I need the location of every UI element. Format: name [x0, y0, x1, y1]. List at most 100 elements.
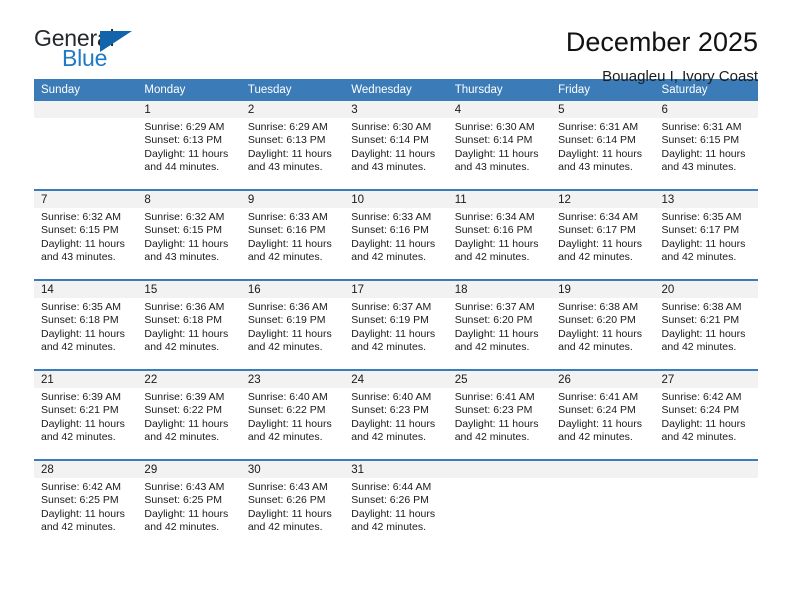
calendar-day-cell[interactable]: Sunrise: 6:29 AM Sunset: 6:13 PM Daylight:… — [137, 118, 241, 190]
calendar-day-number[interactable]: 7 — [34, 189, 138, 208]
day-sunrise-text: Sunrise: 6:31 AM — [558, 121, 639, 133]
calendar-day-number[interactable]: 1 — [137, 101, 241, 118]
calendar-day-cell[interactable]: Sunrise: 6:40 AM Sunset: 6:23 PM Daylight:… — [344, 388, 448, 460]
calendar-day-number[interactable]: 22 — [137, 369, 241, 388]
calendar-day-cell[interactable]: Sunrise: 6:43 AM Sunset: 6:26 PM Daylight:… — [240, 478, 345, 550]
calendar-day-cell[interactable]: Sunrise: 6:29 AM Sunset: 6:13 PM Daylight:… — [240, 118, 345, 190]
calendar-day-cell[interactable]: Sunrise: 6:36 AM Sunset: 6:19 PM Daylight:… — [240, 298, 345, 370]
calendar-day-cell[interactable]: Sunrise: 6:41 AM Sunset: 6:23 PM Daylight:… — [447, 388, 552, 460]
calendar-day-cell[interactable]: Sunrise: 6:34 AM Sunset: 6:17 PM Daylight:… — [551, 208, 655, 280]
calendar-day-cell[interactable]: Sunrise: 6:31 AM Sunset: 6:14 PM Daylight:… — [551, 118, 655, 190]
day-daylight-1-text: Daylight: 11 hours — [661, 147, 746, 160]
calendar-day-cell[interactable]: Sunrise: 6:32 AM Sunset: 6:15 PM Daylight:… — [137, 208, 241, 280]
calendar-day-number[interactable]: 2 — [240, 101, 345, 118]
day-daylight-1-text: Daylight: 11 hours — [144, 237, 229, 250]
calendar-day-number[interactable]: 30 — [240, 459, 345, 478]
calendar-day-number[interactable]: 19 — [551, 279, 655, 298]
calendar-day-cell[interactable]: Sunrise: 6:40 AM Sunset: 6:22 PM Daylight:… — [240, 388, 345, 460]
calendar-day-cell[interactable]: Sunrise: 6:30 AM Sunset: 6:14 PM Daylight:… — [344, 118, 448, 190]
calendar-day-number[interactable]: 10 — [344, 189, 448, 208]
day-daylight-1-text: Daylight: 11 hours — [351, 417, 436, 430]
day-sunset-text: Sunset: 6:16 PM — [351, 224, 429, 237]
calendar-day-cell[interactable]: Sunrise: 6:33 AM Sunset: 6:16 PM Daylight:… — [240, 208, 345, 280]
calendar-day-number[interactable]: 31 — [344, 459, 448, 478]
calendar-day-number[interactable]: 13 — [654, 189, 758, 208]
calendar-day-number[interactable]: 20 — [654, 279, 758, 298]
day-sunrise-text: Sunrise: 6:30 AM — [351, 121, 432, 133]
day-daylight-1-text: Daylight: 11 hours — [454, 327, 539, 340]
calendar-day-cell[interactable]: Sunrise: 6:32 AM Sunset: 6:15 PM Daylight:… — [34, 208, 138, 280]
weekday-header-wednesday: Wednesday — [344, 79, 448, 101]
calendar-detail-row: Sunrise: 6:39 AM Sunset: 6:21 PM Daylight:… — [34, 388, 758, 460]
general-blue-logo[interactable]: General Blue — [34, 26, 164, 74]
calendar-day-cell[interactable]: Sunrise: 6:37 AM Sunset: 6:20 PM Daylight:… — [447, 298, 552, 370]
calendar-day-cell[interactable]: Sunrise: 6:34 AM Sunset: 6:16 PM Daylight:… — [447, 208, 552, 280]
calendar-day-cell[interactable]: Sunrise: 6:43 AM Sunset: 6:25 PM Daylight:… — [137, 478, 241, 550]
calendar-day-cell[interactable]: Sunrise: 6:38 AM Sunset: 6:20 PM Daylight:… — [551, 298, 655, 370]
day-daylight-1-text: Daylight: 11 hours — [351, 507, 436, 520]
calendar-day-cell[interactable]: Sunrise: 6:37 AM Sunset: 6:19 PM Daylight:… — [344, 298, 448, 370]
calendar-day-number[interactable]: 23 — [240, 369, 345, 388]
calendar-day-cell[interactable]: Sunrise: 6:44 AM Sunset: 6:26 PM Daylight:… — [344, 478, 448, 550]
calendar-day-cell[interactable]: Sunrise: 6:39 AM Sunset: 6:22 PM Daylight:… — [137, 388, 241, 460]
day-sunset-text: Sunset: 6:18 PM — [41, 314, 119, 327]
calendar-day-cell[interactable]: Sunrise: 6:35 AM Sunset: 6:18 PM Daylight:… — [34, 298, 138, 370]
calendar-day-number[interactable]: 24 — [344, 369, 448, 388]
calendar-day-cell[interactable]: Sunrise: 6:33 AM Sunset: 6:16 PM Daylight:… — [344, 208, 448, 280]
calendar-day-number[interactable]: 3 — [344, 101, 448, 118]
day-sunset-text: Sunset: 6:16 PM — [247, 224, 326, 237]
day-sunrise-text: Sunrise: 6:44 AM — [351, 481, 432, 493]
calendar-day-cell[interactable]: Sunrise: 6:30 AM Sunset: 6:14 PM Daylight:… — [447, 118, 552, 190]
calendar-day-cell[interactable]: Sunrise: 6:38 AM Sunset: 6:21 PM Daylight:… — [654, 298, 758, 370]
page-title: December 2025 — [565, 27, 758, 57]
calendar-body: 1 2 3 4 5 6 Sunrise: 6:29 AM Sunset: 6:13 PM Day… — [34, 101, 758, 550]
day-daylight-2-text: and 42 minutes. — [558, 431, 633, 444]
calendar-day-number[interactable]: 4 — [447, 101, 552, 118]
day-sunset-text: Sunset: 6:14 PM — [558, 134, 636, 147]
calendar-day-number[interactable]: 17 — [344, 279, 448, 298]
day-sunset-text: Sunset: 6:24 PM — [558, 404, 636, 417]
day-sunrise-text: Sunrise: 6:38 AM — [661, 301, 742, 313]
calendar-day-number[interactable]: 27 — [654, 369, 758, 388]
calendar-day-number-empty — [551, 459, 655, 478]
calendar-day-number[interactable]: 25 — [447, 369, 552, 388]
calendar-day-number[interactable]: 15 — [137, 279, 241, 298]
day-daylight-2-text: and 43 minutes. — [247, 161, 323, 174]
calendar-day-cell[interactable]: Sunrise: 6:39 AM Sunset: 6:21 PM Daylight:… — [34, 388, 138, 460]
calendar-day-number[interactable]: 5 — [551, 101, 655, 118]
day-sunrise-text: Sunrise: 6:37 AM — [351, 301, 432, 313]
day-daylight-2-text: and 43 minutes. — [558, 161, 633, 174]
calendar-day-cell[interactable]: Sunrise: 6:42 AM Sunset: 6:25 PM Daylight:… — [34, 478, 138, 550]
calendar-day-number[interactable]: 11 — [447, 189, 552, 208]
calendar-day-number[interactable]: 18 — [447, 279, 552, 298]
calendar-day-number[interactable]: 8 — [137, 189, 241, 208]
day-daylight-2-text: and 42 minutes. — [144, 521, 220, 534]
day-sunrise-text: Sunrise: 6:36 AM — [247, 301, 328, 313]
calendar-day-cell[interactable]: Sunrise: 6:42 AM Sunset: 6:24 PM Daylight:… — [654, 388, 758, 460]
calendar-day-number[interactable]: 6 — [654, 101, 758, 118]
page-header: General Blue December 2025 Bouagleu I, I… — [34, 0, 758, 85]
day-daylight-2-text: and 43 minutes. — [661, 161, 737, 174]
calendar-day-number[interactable]: 28 — [34, 459, 138, 478]
day-sunset-text: Sunset: 6:23 PM — [454, 404, 533, 417]
calendar-day-number-empty — [447, 459, 552, 478]
calendar-day-number[interactable]: 14 — [34, 279, 138, 298]
title-block: December 2025 Bouagleu I, Ivory Coast — [566, 26, 758, 88]
day-sunset-text: Sunset: 6:20 PM — [454, 314, 533, 327]
calendar-day-cell[interactable]: Sunrise: 6:41 AM Sunset: 6:24 PM Daylight:… — [551, 388, 655, 460]
calendar-day-number[interactable]: 16 — [240, 279, 345, 298]
calendar-day-cell[interactable]: Sunrise: 6:31 AM Sunset: 6:15 PM Daylight:… — [654, 118, 758, 190]
calendar-day-number[interactable]: 29 — [137, 459, 241, 478]
calendar-day-cell[interactable]: Sunrise: 6:36 AM Sunset: 6:18 PM Daylight:… — [137, 298, 241, 370]
calendar-day-number[interactable]: 26 — [551, 369, 655, 388]
calendar-day-number[interactable]: 9 — [240, 189, 345, 208]
calendar-day-number[interactable]: 12 — [551, 189, 655, 208]
day-sunrise-text: Sunrise: 6:35 AM — [41, 301, 121, 313]
calendar-day-cell-empty — [34, 118, 138, 190]
weekday-header-thursday: Thursday — [447, 79, 552, 101]
calendar-day-cell[interactable]: Sunrise: 6:35 AM Sunset: 6:17 PM Daylight:… — [654, 208, 758, 280]
calendar-day-number[interactable]: 21 — [34, 369, 138, 388]
day-sunrise-text: Sunrise: 6:43 AM — [247, 481, 328, 493]
day-sunset-text: Sunset: 6:14 PM — [351, 134, 429, 147]
day-daylight-2-text: and 42 minutes. — [41, 431, 116, 444]
